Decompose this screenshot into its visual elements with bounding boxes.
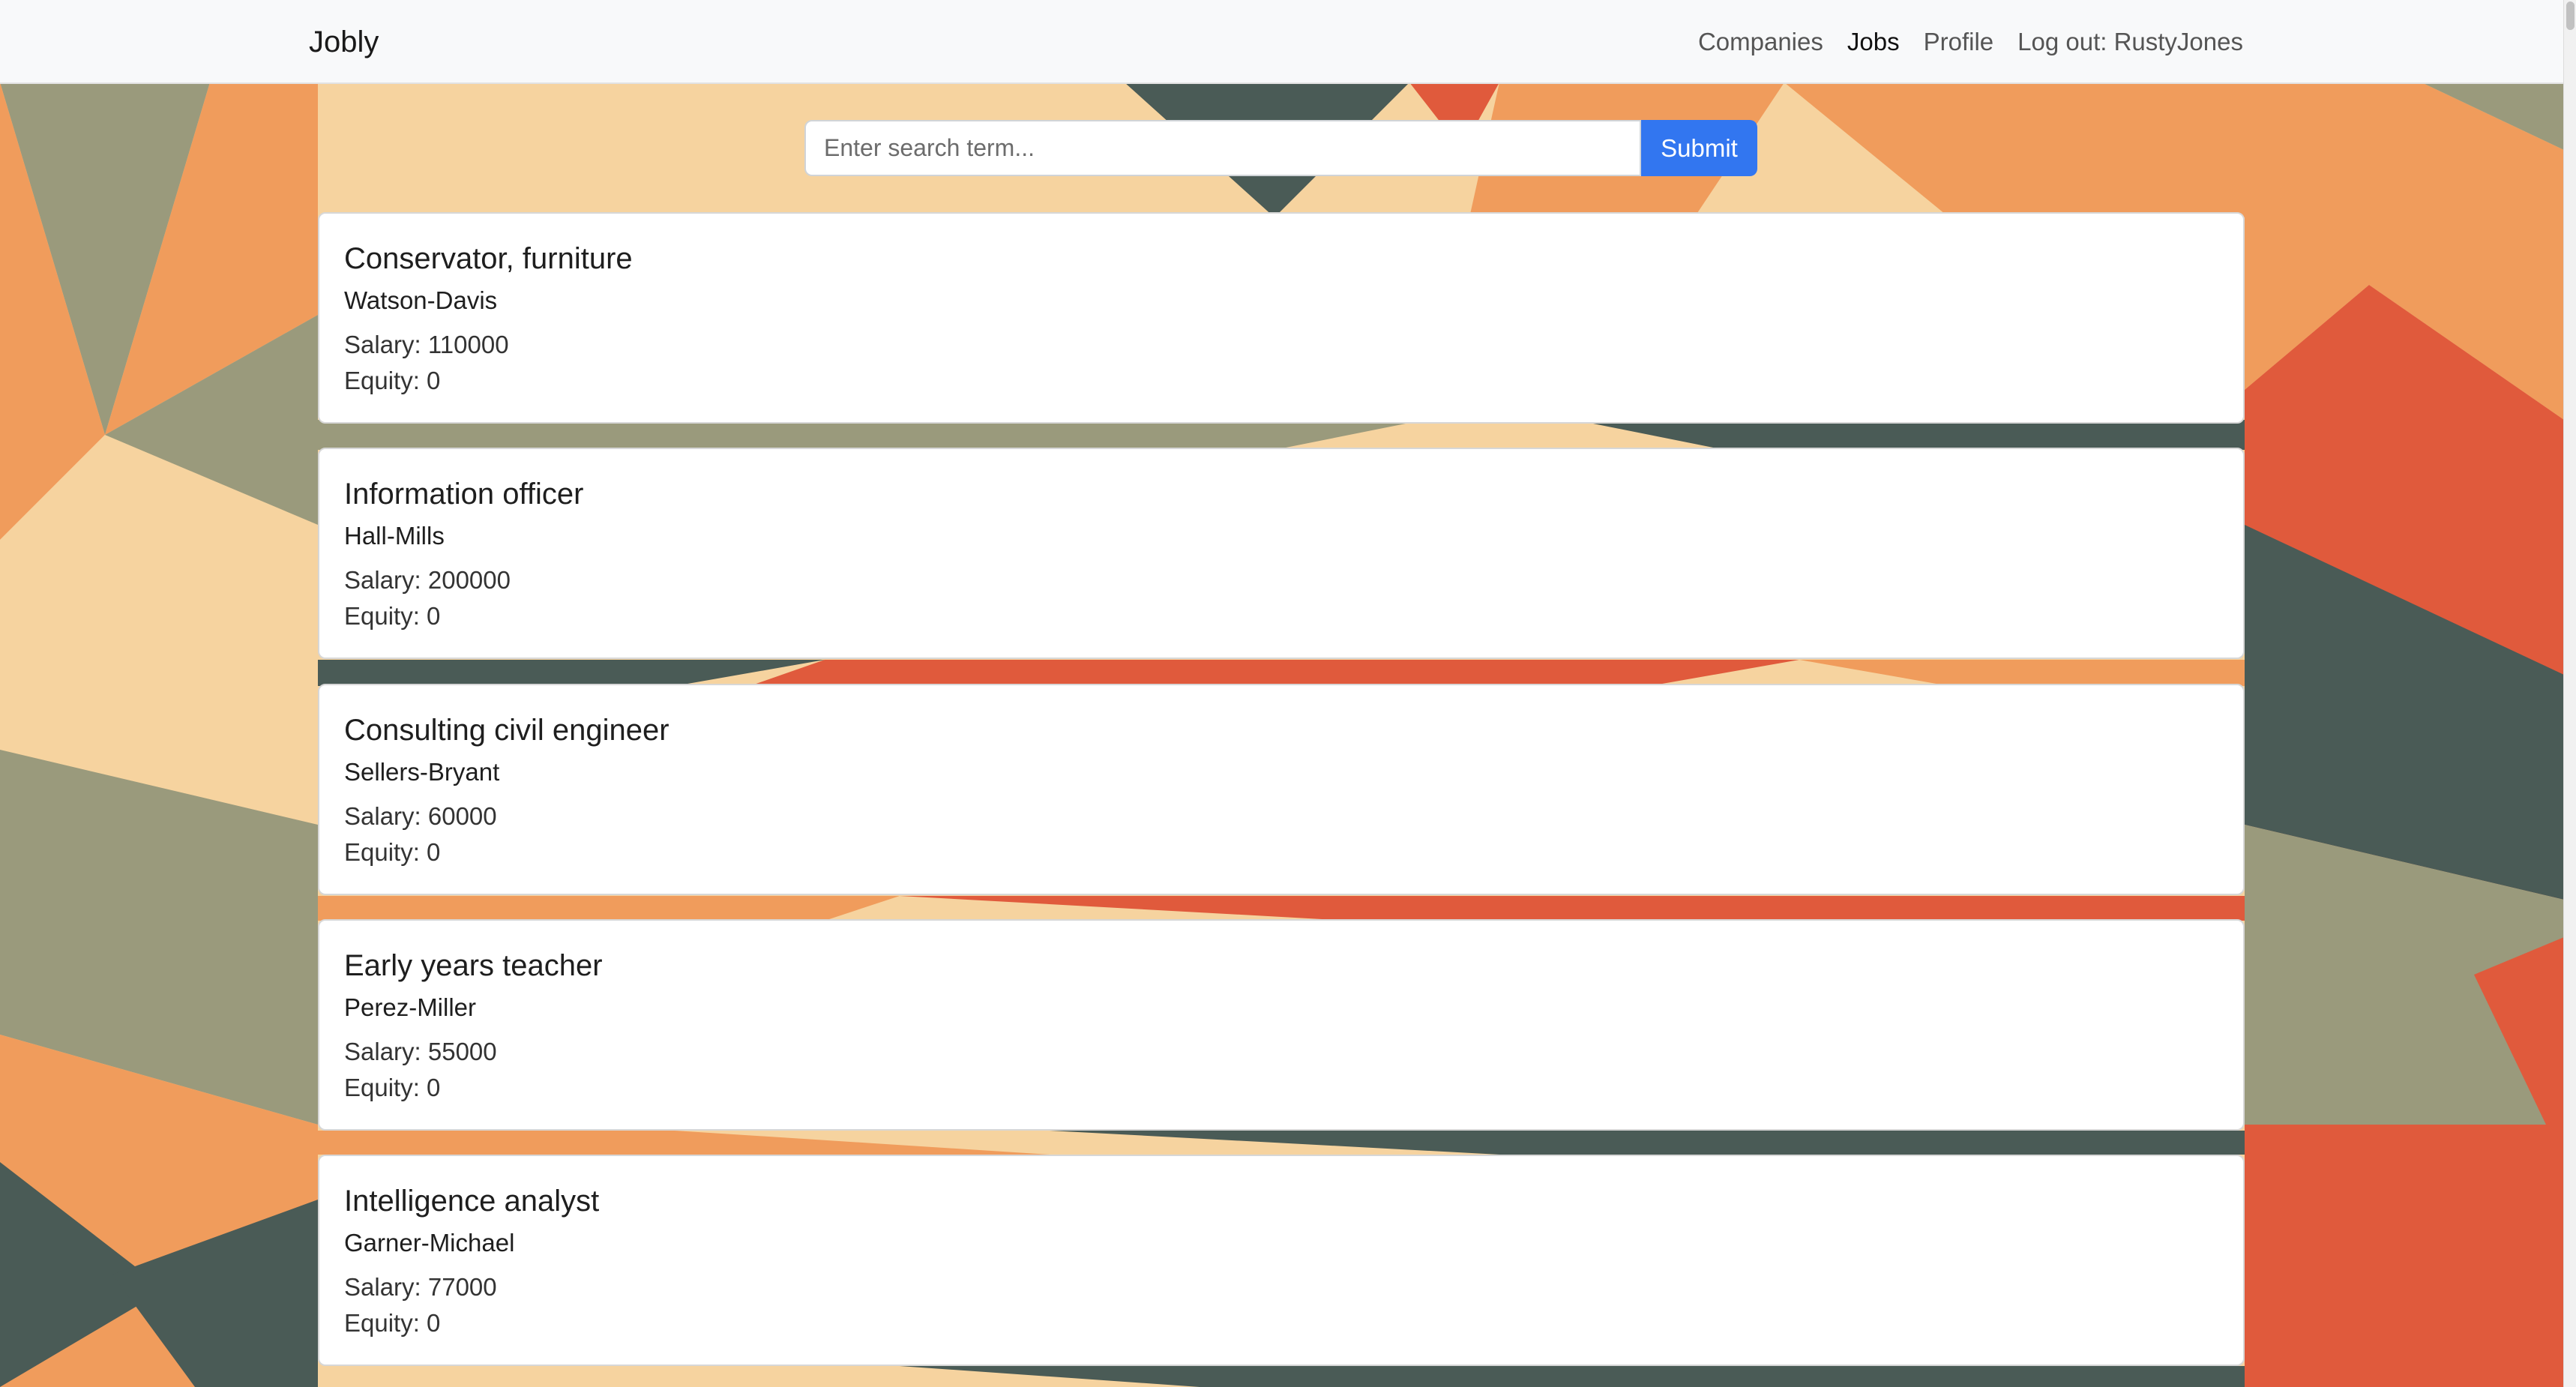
job-title: Intelligence analyst <box>344 1185 600 1218</box>
job-card[interactable]: Conservator, furniture Watson-Davis Sala… <box>318 212 2245 424</box>
search-form: Submit <box>804 120 1757 176</box>
job-equity: Equity: 0 <box>344 1074 441 1101</box>
job-company: Hall-Mills <box>344 522 445 550</box>
scrollbar[interactable] <box>2563 0 2576 1387</box>
nav-link-jobs[interactable]: Jobs <box>1847 27 1900 57</box>
job-equity: Equity: 0 <box>344 1309 441 1337</box>
job-company: Perez-Miller <box>344 993 477 1021</box>
job-title: Conservator, furniture <box>344 242 633 275</box>
job-equity: Equity: 0 <box>344 367 441 394</box>
job-equity: Equity: 0 <box>344 838 441 866</box>
search-input[interactable] <box>804 120 1641 176</box>
submit-button[interactable]: Submit <box>1641 120 1757 176</box>
job-salary: Salary: 110000 <box>344 331 509 358</box>
job-title: Information officer <box>344 478 584 511</box>
job-company: Garner-Michael <box>344 1229 515 1257</box>
scrollbar-thumb[interactable] <box>2566 1 2575 30</box>
nav-link-profile[interactable]: Profile <box>1924 27 1994 57</box>
nav-link-companies[interactable]: Companies <box>1698 27 1823 57</box>
nav-links: Companies Jobs Profile Log out: RustyJon… <box>1698 27 2243 57</box>
job-salary: Salary: 55000 <box>344 1038 497 1065</box>
nav-link-logout[interactable]: Log out: RustyJones <box>2017 27 2243 57</box>
job-company: Sellers-Bryant <box>344 758 500 786</box>
job-salary: Salary: 200000 <box>344 566 511 594</box>
brand-logo-link[interactable]: Jobly <box>309 24 379 60</box>
job-company: Watson-Davis <box>344 286 498 314</box>
job-card[interactable]: Consulting civil engineer Sellers-Bryant… <box>318 684 2245 895</box>
job-salary: Salary: 77000 <box>344 1273 497 1301</box>
job-salary: Salary: 60000 <box>344 802 497 830</box>
job-title: Early years teacher <box>344 949 603 982</box>
job-card[interactable]: Intelligence analyst Garner-Michael Sala… <box>318 1155 2245 1366</box>
navbar: Jobly Companies Jobs Profile Log out: Ru… <box>0 0 2564 84</box>
job-card[interactable]: Information officer Hall-Mills Salary: 2… <box>318 448 2245 659</box>
job-card[interactable]: Early years teacher Perez-Miller Salary:… <box>318 919 2245 1131</box>
job-title: Consulting civil engineer <box>344 714 669 747</box>
job-equity: Equity: 0 <box>344 602 441 630</box>
